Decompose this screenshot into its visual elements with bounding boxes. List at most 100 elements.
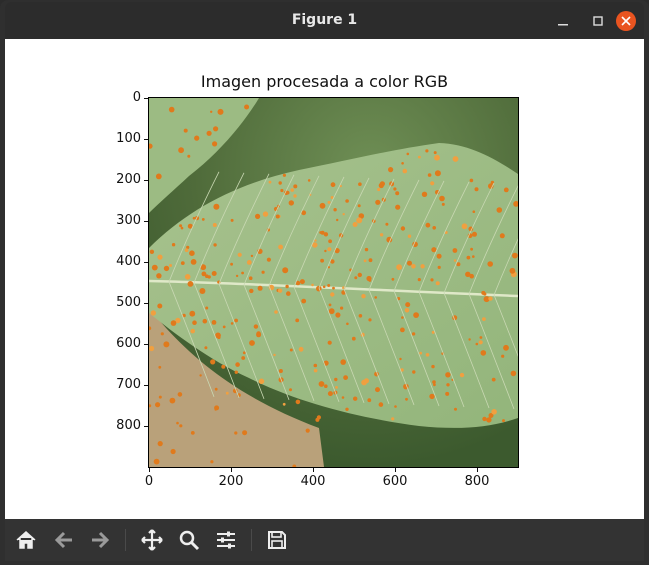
rust-spot: [483, 292, 487, 296]
configure-subplots-button[interactable]: [213, 527, 239, 553]
rust-spot: [472, 210, 476, 213]
minimize-button[interactable]: [553, 11, 573, 31]
rust-spot: [427, 173, 432, 177]
close-button[interactable]: [616, 11, 636, 31]
rust-spot: [351, 336, 356, 341]
rust-spot: [395, 191, 400, 196]
rust-spot: [258, 378, 265, 385]
rust-spot: [445, 391, 450, 396]
rust-spot: [441, 202, 445, 206]
y-tick-mark: [144, 426, 148, 427]
rust-spot: [274, 310, 278, 314]
y-tick-mark: [144, 385, 148, 386]
rust-spot: [211, 271, 217, 276]
rust-spot: [353, 396, 358, 401]
rust-spot: [320, 230, 325, 235]
rust-spot: [290, 188, 294, 192]
rust-spot: [487, 261, 494, 267]
rust-spot: [266, 257, 271, 262]
rust-spot: [257, 285, 263, 291]
rust-spot: [379, 181, 385, 187]
rust-spot: [357, 204, 361, 208]
rust-spot: [255, 213, 261, 219]
rust-spot: [430, 278, 434, 282]
rust-spot: [178, 147, 184, 154]
y-tick-mark: [144, 303, 148, 304]
rust-spot: [177, 392, 183, 397]
pan-button[interactable]: [139, 527, 165, 553]
rust-spot: [285, 284, 289, 289]
rust-spot: [237, 252, 242, 257]
rust-spot: [189, 250, 195, 256]
rust-spot: [413, 312, 419, 318]
x-tick-label: 400: [300, 474, 326, 489]
rust-spot: [341, 396, 345, 399]
rust-spot: [400, 226, 406, 231]
rust-spot: [158, 365, 162, 369]
x-tick-mark: [313, 468, 314, 472]
back-button[interactable]: [51, 527, 77, 553]
rust-spot: [286, 291, 291, 296]
rust-spot: [289, 388, 292, 392]
rust-spot: [446, 383, 450, 387]
rust-spot: [419, 351, 423, 355]
leaf-image[interactable]: [148, 97, 519, 468]
rust-spot: [430, 181, 435, 186]
rust-spot: [474, 187, 479, 192]
rust-spot: [149, 249, 155, 254]
rust-spot: [461, 223, 468, 230]
rust-spot: [388, 167, 394, 173]
rust-spot: [502, 419, 505, 423]
rust-spot: [379, 233, 384, 237]
forward-button[interactable]: [87, 527, 113, 553]
rust-spot: [201, 271, 207, 277]
rust-spot: [343, 375, 348, 380]
rust-spot: [385, 222, 389, 226]
rust-spot: [401, 316, 404, 319]
rust-spot: [319, 202, 326, 209]
rust-spot: [199, 374, 202, 377]
rust-spot: [488, 296, 493, 301]
rust-spot: [412, 370, 416, 374]
rust-spot: [345, 199, 349, 203]
rust-spot: [421, 191, 428, 197]
zoom-button[interactable]: [176, 527, 202, 553]
title-bar[interactable]: Figure 1: [5, 2, 644, 39]
rust-spot: [401, 162, 404, 165]
rust-spot: [210, 359, 216, 365]
rust-spot: [170, 448, 176, 455]
rust-spot: [328, 308, 335, 315]
rust-spot: [405, 397, 408, 401]
rust-spot: [469, 178, 474, 183]
figure-canvas[interactable]: Imagen procesada a color RGB 0 100 200 3…: [5, 39, 644, 519]
rust-spot: [411, 332, 416, 336]
rust-spot: [436, 253, 442, 259]
y-tick-label: 0: [132, 90, 141, 105]
rust-spot: [235, 274, 239, 278]
rust-spot: [212, 141, 218, 147]
rust-spot: [472, 255, 475, 258]
rust-spot: [184, 248, 189, 252]
rust-spot: [452, 156, 459, 162]
rust-spot: [262, 211, 269, 217]
rust-spot: [496, 207, 503, 213]
rust-spot: [434, 154, 440, 161]
maximize-icon: [593, 16, 603, 26]
save-button[interactable]: [264, 527, 290, 553]
rust-spot: [330, 292, 335, 297]
home-button[interactable]: [13, 527, 39, 553]
rust-spot: [361, 294, 366, 299]
rust-spot: [253, 324, 259, 329]
rust-spot: [190, 431, 195, 435]
rust-spot: [305, 428, 310, 433]
maximize-button[interactable]: [588, 11, 608, 31]
rust-spot: [335, 312, 341, 318]
rust-spot: [213, 203, 220, 210]
rust-spot: [503, 344, 509, 351]
rust-spot: [391, 417, 395, 421]
rust-spot: [439, 195, 445, 202]
rust-spot: [482, 317, 486, 321]
rust-spot: [187, 154, 191, 158]
rust-spot: [324, 384, 328, 389]
x-tick-label: 200: [218, 474, 244, 489]
